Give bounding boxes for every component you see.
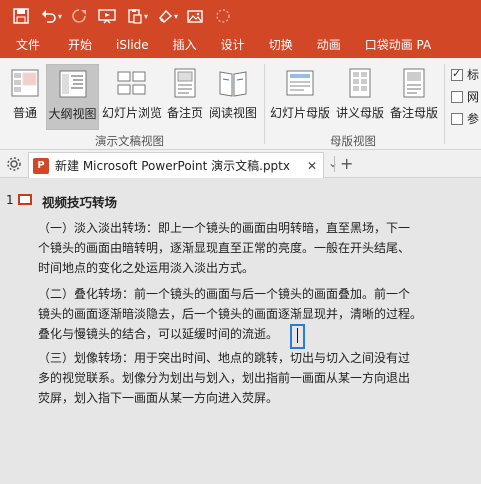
- checkbox-box: [451, 67, 463, 81]
- outline-view-label: 大纲视图: [48, 107, 97, 121]
- slideshow-icon[interactable]: [94, 3, 120, 29]
- paste-dropdown-icon[interactable]: ▾: [144, 12, 148, 21]
- divider: [334, 156, 335, 172]
- shape-icon[interactable]: [210, 3, 236, 29]
- tab-insert[interactable]: 插入: [161, 32, 209, 58]
- text-line: 多的视觉联系。划像分为划出与划入，划出指前一画面从某一方向退出: [38, 371, 411, 385]
- gridlines-checkbox[interactable]: 网: [451, 88, 479, 105]
- handout-master-button[interactable]: 讲义母版: [334, 64, 386, 130]
- slide-master-button[interactable]: 幻灯片母版: [268, 64, 332, 130]
- tab-islide[interactable]: iSlide: [104, 32, 161, 58]
- tab-home[interactable]: 开始: [56, 32, 104, 58]
- slide-master-icon: [286, 70, 314, 96]
- checkbox-label: 标: [467, 68, 480, 82]
- group-separator: [444, 64, 445, 144]
- outline-paragraph[interactable]: （三）划像转场：用于突出时间、地点的跳转，切出与切入之间没有过 多的视觉联系。划…: [38, 348, 448, 408]
- text-cursor: [297, 328, 298, 343]
- document-title: 新建 Microsoft PowerPoint 演示文稿.pptx: [55, 159, 290, 173]
- slide-master-label: 幻灯片母版: [269, 106, 330, 120]
- reading-view-button[interactable]: 阅读视图: [207, 64, 259, 130]
- text-line: 镜头的画面逐渐暗淡隐去，后一个镜头的画面逐渐显现并，清晰的过程。: [38, 307, 423, 321]
- group-separator: [264, 64, 265, 144]
- undo-dropdown-icon[interactable]: ▾: [58, 12, 62, 21]
- master-views-group-label: 母版视图: [330, 134, 376, 148]
- text-line: 叠化与慢镜头的结合，可以延缓时间的流逝。: [38, 327, 279, 341]
- tab-file[interactable]: 文件: [0, 32, 56, 58]
- outline-paragraph[interactable]: （一）淡入淡出转场：即上一个镜头的画面由明转暗，直至黑场，下一 个镜头的画面由暗…: [38, 218, 448, 278]
- tab-animations[interactable]: 动画: [305, 32, 353, 58]
- save-icon[interactable]: [8, 3, 34, 29]
- slide-sorter-icon: [117, 71, 146, 95]
- handout-master-label: 讲义母版: [335, 106, 384, 120]
- slide-title[interactable]: 视频技巧转场: [42, 192, 117, 211]
- text-line: （一）淡入淡出转场：即上一个镜头的画面由明转暗，直至黑场，下一: [38, 221, 411, 235]
- quick-access-toolbar: ▾ ▾ ▾: [0, 0, 481, 32]
- notes-page-label: 备注页: [166, 106, 203, 120]
- format-dropdown-icon[interactable]: ▾: [174, 12, 178, 21]
- slide-sorter-button[interactable]: 幻灯片浏览: [101, 64, 163, 130]
- outline-pane[interactable]: 1 视频技巧转场 （一）淡入淡出转场：即上一个镜头的画面由明转暗，直至黑场，下一…: [0, 178, 481, 484]
- checkbox-label: 网: [467, 90, 480, 104]
- gear-icon[interactable]: [6, 156, 22, 172]
- redo-icon[interactable]: [66, 3, 92, 29]
- picture-icon[interactable]: [182, 3, 208, 29]
- tab-design[interactable]: 设计: [209, 32, 257, 58]
- checkbox-label: 参: [467, 112, 480, 126]
- text-line: （二）叠化转场：前一个镜头的画面与后一个镜头的画面叠加。前一个: [38, 287, 411, 301]
- slide-number: 1: [6, 193, 14, 207]
- notes-master-button[interactable]: 备注母版: [388, 64, 440, 130]
- handout-master-icon: [349, 68, 371, 98]
- checkbox-box: [451, 90, 463, 103]
- outline-paragraph[interactable]: （二）叠化转场：前一个镜头的画面与后一个镜头的画面叠加。前一个 镜头的画面逐渐暗…: [38, 284, 448, 344]
- notes-master-icon: [403, 68, 425, 98]
- normal-view-label: 普通: [12, 106, 37, 120]
- text-line: 个镜头的画面由暗转明，逐渐显现直至正常的亮度。一般在开头结尾、: [38, 241, 411, 255]
- reading-view-icon: [219, 71, 247, 97]
- text-line: 荧屏，划入指下一画面从某一方向进入荧屏。: [38, 391, 279, 405]
- powerpoint-icon: P: [33, 157, 49, 174]
- document-tab[interactable]: P 新建 Microsoft PowerPoint 演示文稿.pptx ✕: [28, 152, 324, 178]
- guides-checkbox[interactable]: 参: [451, 110, 479, 127]
- outline-view-icon: [59, 70, 86, 98]
- tab-transitions[interactable]: 切换: [257, 32, 305, 58]
- close-icon[interactable]: ✕: [307, 159, 317, 173]
- presentation-views-group-label: 演示文稿视图: [95, 134, 164, 148]
- text-line: 时间地点的变化之处运用淡入淡出方式。: [38, 261, 255, 275]
- outline-view-button[interactable]: 大纲视图: [46, 64, 99, 130]
- normal-view-button[interactable]: 普通: [6, 64, 44, 130]
- slide-sorter-label: 幻灯片浏览: [101, 106, 162, 120]
- document-tab-strip: P 新建 Microsoft PowerPoint 演示文稿.pptx ✕ ⌄ …: [0, 150, 481, 178]
- notes-page-icon: [174, 68, 196, 98]
- normal-view-icon: [11, 69, 39, 97]
- slide-icon[interactable]: [18, 194, 32, 205]
- ruler-checkbox[interactable]: 标: [451, 66, 479, 83]
- tab-pocket-animation[interactable]: 口袋动画 PA: [353, 32, 444, 58]
- notes-master-label: 备注母版: [389, 106, 438, 120]
- checkbox-box: [451, 112, 463, 125]
- notes-page-button[interactable]: 备注页: [165, 64, 205, 130]
- ribbon-view: 普通 大纲视图 幻灯片浏览 备注页 阅读视图 演示文稿视图 幻灯片母版 讲义母版…: [0, 58, 481, 150]
- new-tab-icon[interactable]: +: [340, 154, 353, 173]
- reading-view-label: 阅读视图: [208, 106, 257, 120]
- text-line: （三）划像转场：用于突出时间、地点的跳转，切出与切入之间没有过: [38, 351, 411, 365]
- ribbon-tabs: 文件 开始 iSlide 插入 设计 切换 动画 口袋动画 PA: [0, 32, 481, 58]
